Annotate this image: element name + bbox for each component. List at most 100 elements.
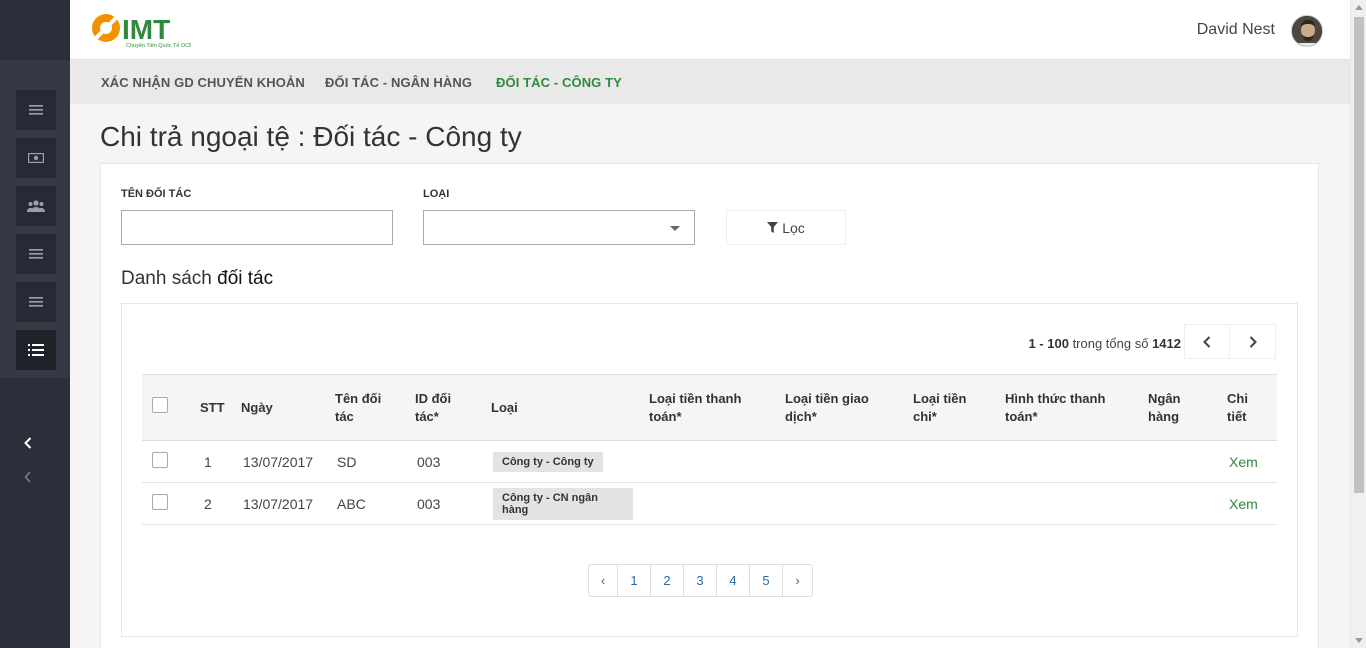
main-nav: XÁC NHẬN GD CHUYỂN KHOẢN ĐỐI TÁC - NGÂN … <box>70 60 1350 104</box>
cell-pay-currency <box>641 483 777 525</box>
record-range: 1 - 100 trong tổng số 1412 <box>1028 336 1181 351</box>
type-badge: Công ty - Công ty <box>493 451 603 472</box>
row-select-cell <box>142 483 192 525</box>
brand-logo[interactable]: IMT Chuyển Tiền Quốc Tế OCB <box>91 12 193 50</box>
header-stt: STT <box>200 399 225 415</box>
scroll-up-arrow-icon[interactable] <box>1355 5 1363 10</box>
table-row: 2 13/07/2017 ABC 003 Công ty - CN ngân h… <box>142 483 1277 525</box>
row-checkbox[interactable] <box>152 494 168 510</box>
user-avatar-icon <box>1292 16 1322 46</box>
cell-detail: Xem <box>1219 483 1277 525</box>
top-header: IMT Chuyển Tiền Quốc Tế OCB David Nest <box>70 0 1350 60</box>
tab-partner-company[interactable]: ĐỐI TÁC - CÔNG TY <box>496 75 622 90</box>
cell-type: Công ty - Công ty <box>483 441 641 483</box>
chevron-left-icon <box>1203 335 1211 348</box>
imt-logo-icon: IMT Chuyển Tiền Quốc Tế OCB <box>92 14 193 49</box>
cell-out-currency <box>905 483 997 525</box>
users-icon <box>27 200 45 212</box>
collapse-secondary-button[interactable] <box>20 469 36 485</box>
sidebar-item-list[interactable] <box>16 330 56 370</box>
table-row: 1 13/07/2017 SD 003 Công ty - Công ty Xe… <box>142 441 1277 483</box>
partner-list-panel: 1 - 100 trong tổng số 1412 STT Ngày Tên … <box>121 303 1298 637</box>
page-scrollbar[interactable] <box>1350 0 1366 648</box>
tab-transfer-confirm[interactable]: XÁC NHẬN GD CHUYỂN KHOẢN <box>101 75 305 90</box>
list-title: Danh sách đối tác <box>121 268 273 290</box>
pagination: ‹ 1 2 3 4 5 › <box>588 564 813 597</box>
left-sidebar <box>0 0 70 648</box>
header-select-all <box>142 375 192 441</box>
header-out-currency: Loại tiền chi* <box>913 390 967 424</box>
header-pay-currency: Loại tiền thanh toán* <box>649 390 742 424</box>
sidebar-item-users[interactable] <box>16 186 56 226</box>
range-mid: trong tổng số <box>1072 336 1149 351</box>
cell-name: ABC <box>337 495 366 512</box>
chevron-left-icon <box>24 437 32 449</box>
range-total: 1412 <box>1152 336 1181 351</box>
view-detail-link[interactable]: Xem <box>1229 496 1258 512</box>
page-title: Chi trả ngoại tệ : Đối tác - Công ty <box>100 121 522 152</box>
cell-bank <box>1140 483 1219 525</box>
cell-stt: 2 <box>204 495 212 512</box>
header-bank: Ngân hàng <box>1148 390 1181 424</box>
scrollbar-thumb[interactable] <box>1354 17 1364 493</box>
collapse-sidebar-button[interactable] <box>20 435 36 451</box>
pagination-page-5[interactable]: 5 <box>750 565 783 596</box>
cell-bank <box>1140 441 1219 483</box>
chevron-down-icon <box>670 226 680 231</box>
money-icon <box>28 153 44 163</box>
pagination-page-2[interactable]: 2 <box>651 565 684 596</box>
header-id: ID đối tác* <box>415 390 452 424</box>
row-checkbox[interactable] <box>152 452 168 468</box>
pagination-page-1[interactable]: 1 <box>618 565 651 596</box>
cell-type: Công ty - CN ngân hàng <box>483 483 641 525</box>
view-detail-link[interactable]: Xem <box>1229 454 1258 470</box>
cell-date: 13/07/2017 <box>243 495 314 512</box>
pagination-next[interactable]: › <box>783 565 812 596</box>
cell-tx-currency <box>777 441 905 483</box>
cell-stt: 1 <box>204 453 212 470</box>
filter-button[interactable]: Lọc <box>726 210 846 245</box>
header-pay-method: Hình thức thanh toán* <box>1005 390 1106 424</box>
select-all-checkbox[interactable] <box>152 397 168 413</box>
list-title-prefix: Danh sách <box>121 268 212 289</box>
tab-partner-bank[interactable]: ĐỐI TÁC - NGÂN HÀNG <box>325 75 472 90</box>
pagination-page-3[interactable]: 3 <box>684 565 717 596</box>
chevron-right-icon <box>1249 335 1257 348</box>
range-text: 1 - 100 <box>1028 336 1069 351</box>
cell-pay-method <box>997 441 1140 483</box>
table-header-row: STT Ngày Tên đối tác ID đối tác* Loại Lo… <box>142 374 1277 441</box>
list-icon <box>28 344 44 356</box>
cell-date: 13/07/2017 <box>243 453 314 470</box>
cell-detail: Xem <box>1219 441 1277 483</box>
sidebar-item-menu-2[interactable] <box>16 234 56 274</box>
cell-id: 003 <box>417 495 441 512</box>
user-name[interactable]: David Nest <box>1197 21 1275 39</box>
sidebar-item-menu-1[interactable] <box>16 90 56 130</box>
cell-tx-currency <box>777 483 905 525</box>
sidebar-item-menu-3[interactable] <box>16 282 56 322</box>
next-page-button[interactable] <box>1230 324 1276 359</box>
list-title-bold: đối tác <box>217 268 274 289</box>
filter-icon <box>767 222 779 233</box>
type-select[interactable] <box>423 210 695 245</box>
cell-pay-currency <box>641 441 777 483</box>
partner-name-label: TÊN ĐỐI TÁC <box>121 188 192 200</box>
filter-card: TÊN ĐỐI TÁC LOẠI Lọc Danh sách đối tác 1… <box>100 163 1319 648</box>
header-detail: Chi tiết <box>1227 390 1248 424</box>
pagination-page-4[interactable]: 4 <box>717 565 750 596</box>
sidebar-item-money[interactable] <box>16 138 56 178</box>
scroll-down-arrow-icon[interactable] <box>1355 638 1363 643</box>
header-type: Loại <box>491 399 518 415</box>
prev-page-button[interactable] <box>1184 324 1230 359</box>
type-label: LOẠI <box>423 188 450 200</box>
svg-text:Chuyển Tiền Quốc Tế OCB: Chuyển Tiền Quốc Tế OCB <box>126 42 191 49</box>
cell-out-currency <box>905 441 997 483</box>
cell-id: 003 <box>417 453 441 470</box>
avatar[interactable] <box>1291 15 1323 47</box>
header-name: Tên đối tác <box>335 390 382 424</box>
filter-button-label: Lọc <box>782 219 805 236</box>
type-badge: Công ty - CN ngân hàng <box>493 487 633 520</box>
pagination-prev[interactable]: ‹ <box>589 565 618 596</box>
partner-name-input[interactable] <box>121 210 393 245</box>
menu-lines-icon <box>29 105 43 115</box>
